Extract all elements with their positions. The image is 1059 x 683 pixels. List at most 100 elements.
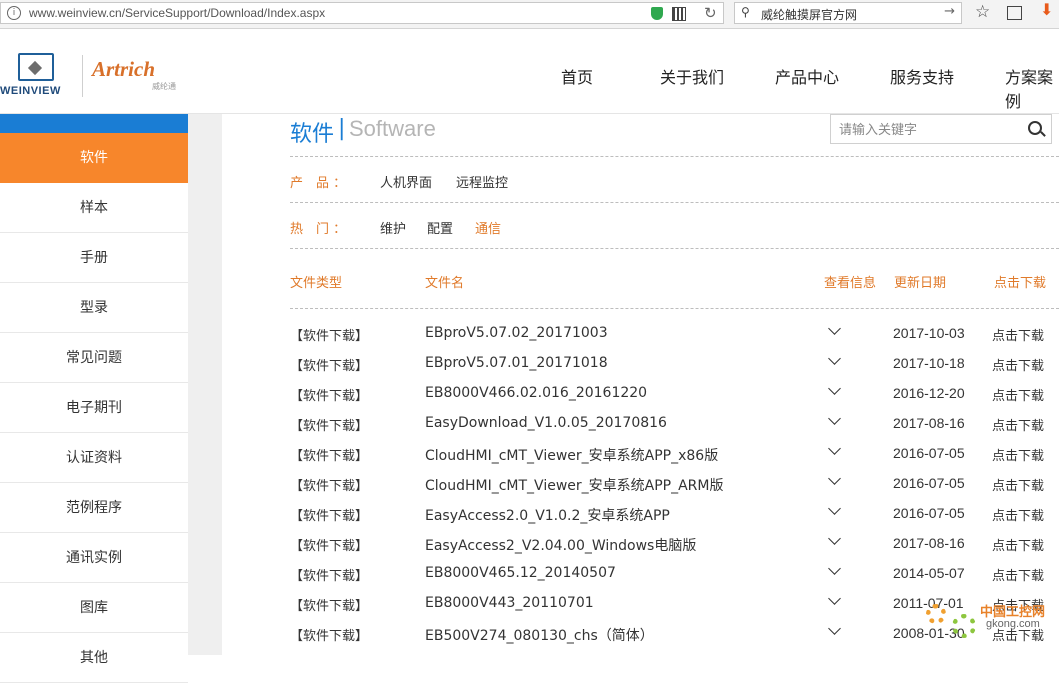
nav-item[interactable]: 方案案例 — [1005, 64, 1059, 112]
update-date: 2016-07-05 — [893, 445, 965, 461]
chevron-down-icon[interactable] — [828, 562, 841, 575]
sidebar-category-header — [0, 114, 188, 133]
file-name[interactable]: EB500V274_080130_chs（简体） — [425, 625, 654, 645]
sidebar-item[interactable]: 常见问题 — [0, 333, 188, 383]
file-type: 【软件下载】 — [290, 329, 369, 344]
chevron-down-icon[interactable] — [828, 472, 841, 485]
table-row: 【软件下载】 EBproV5.07.01_20171018 2017-10-18 点击… — [222, 350, 1059, 380]
nav-item[interactable]: 产品中心 — [775, 64, 839, 88]
qr-code-icon[interactable] — [672, 7, 686, 21]
download-link[interactable]: 点击下载 — [992, 445, 1044, 464]
file-name[interactable]: EB8000V466.02.016_20161220 — [425, 385, 647, 401]
info-icon[interactable]: i — [7, 6, 21, 20]
table-row: 【软件下载】 EasyDownload_V1.0.05_20170816 2017-… — [222, 410, 1059, 440]
filter-option-config[interactable]: 配置 — [427, 218, 453, 237]
file-type: 【软件下载】 — [290, 539, 369, 554]
keyword-search-input[interactable] — [837, 119, 1021, 141]
sidebar-item[interactable]: 样本 — [0, 183, 188, 233]
divider — [290, 156, 1059, 157]
filter-option-hmi[interactable]: 人机界面 — [380, 172, 432, 191]
file-name[interactable]: EB8000V465.12_20140507 — [425, 565, 616, 581]
table-row: 【软件下载】 CloudHMI_cMT_Viewer_安卓系统APP_x86版 20… — [222, 440, 1059, 470]
file-type: 【软件下载】 — [290, 599, 369, 614]
chevron-down-icon[interactable] — [828, 502, 841, 515]
shield-icon[interactable] — [651, 7, 663, 20]
sidebar-item[interactable]: 软件 — [0, 133, 188, 183]
chevron-down-icon[interactable] — [828, 532, 841, 545]
sidebar-item[interactable]: 手册 — [0, 233, 188, 283]
file-name[interactable]: EasyDownload_V1.0.05_20170816 — [425, 415, 667, 431]
column-header-date: 更新日期 — [894, 276, 947, 291]
file-type: 【软件下载】 — [290, 449, 369, 464]
download-link[interactable]: 点击下载 — [992, 325, 1044, 344]
file-type: 【软件下载】 — [290, 419, 369, 434]
download-link[interactable]: 点击下载 — [992, 565, 1044, 584]
nav-item[interactable]: 关于我们 — [660, 64, 724, 88]
reload-icon[interactable]: ↻ — [704, 4, 717, 22]
column-header-download: 点击下载 — [994, 276, 1047, 291]
download-arrow-icon[interactable]: ⬇ — [1040, 0, 1053, 19]
nav-item[interactable]: 首页 — [561, 64, 593, 88]
download-link[interactable]: 点击下载 — [992, 535, 1044, 554]
product-filter-label: 产 品 ： — [290, 176, 347, 191]
chevron-down-icon[interactable] — [828, 382, 841, 395]
sidebar-item[interactable]: 图库 — [0, 583, 188, 633]
divider — [290, 308, 1059, 309]
file-type: 【软件下载】 — [290, 359, 369, 374]
file-name[interactable]: EB8000V443_20110701 — [425, 595, 594, 611]
chevron-down-icon[interactable] — [828, 442, 841, 455]
artrich-logo[interactable]: Artrich — [92, 57, 155, 82]
file-name[interactable]: EasyAccess2.0_V1.0.2_安卓系统APP — [425, 505, 670, 525]
file-type: 【软件下载】 — [290, 569, 369, 584]
go-arrow-icon[interactable]: → — [944, 4, 955, 19]
sidebar-item[interactable]: 范例程序 — [0, 483, 188, 533]
file-name[interactable]: CloudHMI_cMT_Viewer_安卓系统APP_ARM版 — [425, 475, 724, 495]
watermark-gear-icon — [926, 604, 946, 624]
bookmark-star-icon[interactable]: ☆ — [975, 2, 990, 22]
site-header: WEINVIEW Artrich 威纶通 首页 关于我们 产品中心 服务支持 方案案例 — [0, 29, 1059, 114]
sidebar-item[interactable]: 其他 — [0, 633, 188, 683]
download-link[interactable]: 点击下载 — [992, 415, 1044, 434]
file-type: 【软件下载】 — [290, 509, 369, 524]
download-link[interactable]: 点击下载 — [992, 355, 1044, 374]
file-name[interactable]: CloudHMI_cMT_Viewer_安卓系统APP_x86版 — [425, 445, 718, 465]
sidebar-item[interactable]: 认证资料 — [0, 433, 188, 483]
reading-list-icon[interactable] — [1007, 6, 1022, 20]
address-text: www.weinview.cn/ServiceSupport/Download/… — [29, 6, 326, 20]
file-name[interactable]: EasyAccess2_V2.04.00_Windows电脑版 — [425, 535, 696, 555]
file-type: 【软件下载】 — [290, 629, 369, 644]
weinview-logo-text[interactable]: WEINVIEW — [0, 85, 61, 97]
chevron-down-icon[interactable] — [828, 322, 841, 335]
artrich-logo-sub: 威纶通 — [152, 82, 176, 91]
chevron-down-icon[interactable] — [828, 592, 841, 605]
page-title: 软件 — [290, 122, 335, 147]
download-link[interactable]: 点击下载 — [992, 385, 1044, 404]
search-icon[interactable] — [1028, 121, 1042, 135]
filter-option-remote[interactable]: 远程监控 — [456, 172, 508, 191]
main-content: 软件 | Software 产 品 ： 人机界面 远程监控 热 门 ： 维护 配… — [222, 114, 1059, 655]
watermark-gear-icon — [952, 614, 976, 638]
update-date: 2016-07-05 — [893, 505, 965, 521]
download-link[interactable]: 点击下载 — [992, 505, 1044, 524]
download-link[interactable]: 点击下载 — [992, 475, 1044, 494]
table-row: 【软件下载】 EB8000V465.12_20140507 2014-05-07 点击… — [222, 560, 1059, 590]
address-bar[interactable]: i www.weinview.cn/ServiceSupport/Downloa… — [0, 2, 724, 24]
browser-search-box[interactable]: ⚲ 威纶触摸屏官方网 → — [734, 2, 962, 24]
chevron-down-icon[interactable] — [828, 352, 841, 365]
update-date: 2017-10-18 — [893, 355, 965, 371]
file-name[interactable]: EBproV5.07.01_20171018 — [425, 355, 608, 371]
title-separator: | — [338, 116, 346, 141]
browser-search-text: 威纶触摸屏官方网 — [761, 8, 858, 22]
nav-item[interactable]: 服务支持 — [890, 64, 954, 88]
table-row: 【软件下载】 EB500V274_080130_chs（简体） 2008-01-30… — [222, 620, 1059, 650]
sidebar-item[interactable]: 通讯实例 — [0, 533, 188, 583]
filter-option-maintenance[interactable]: 维护 — [380, 218, 406, 237]
chevron-down-icon[interactable] — [828, 412, 841, 425]
table-row: 【软件下载】 EasyAccess2_V2.04.00_Windows电脑版 201… — [222, 530, 1059, 560]
chevron-down-icon[interactable] — [828, 622, 841, 635]
sidebar-item[interactable]: 电子期刊 — [0, 383, 188, 433]
sidebar-item[interactable]: 型录 — [0, 283, 188, 333]
filter-option-communication[interactable]: 通信 — [475, 218, 501, 237]
weinview-logo-icon[interactable] — [18, 53, 54, 81]
file-name[interactable]: EBproV5.07.02_20171003 — [425, 325, 608, 341]
